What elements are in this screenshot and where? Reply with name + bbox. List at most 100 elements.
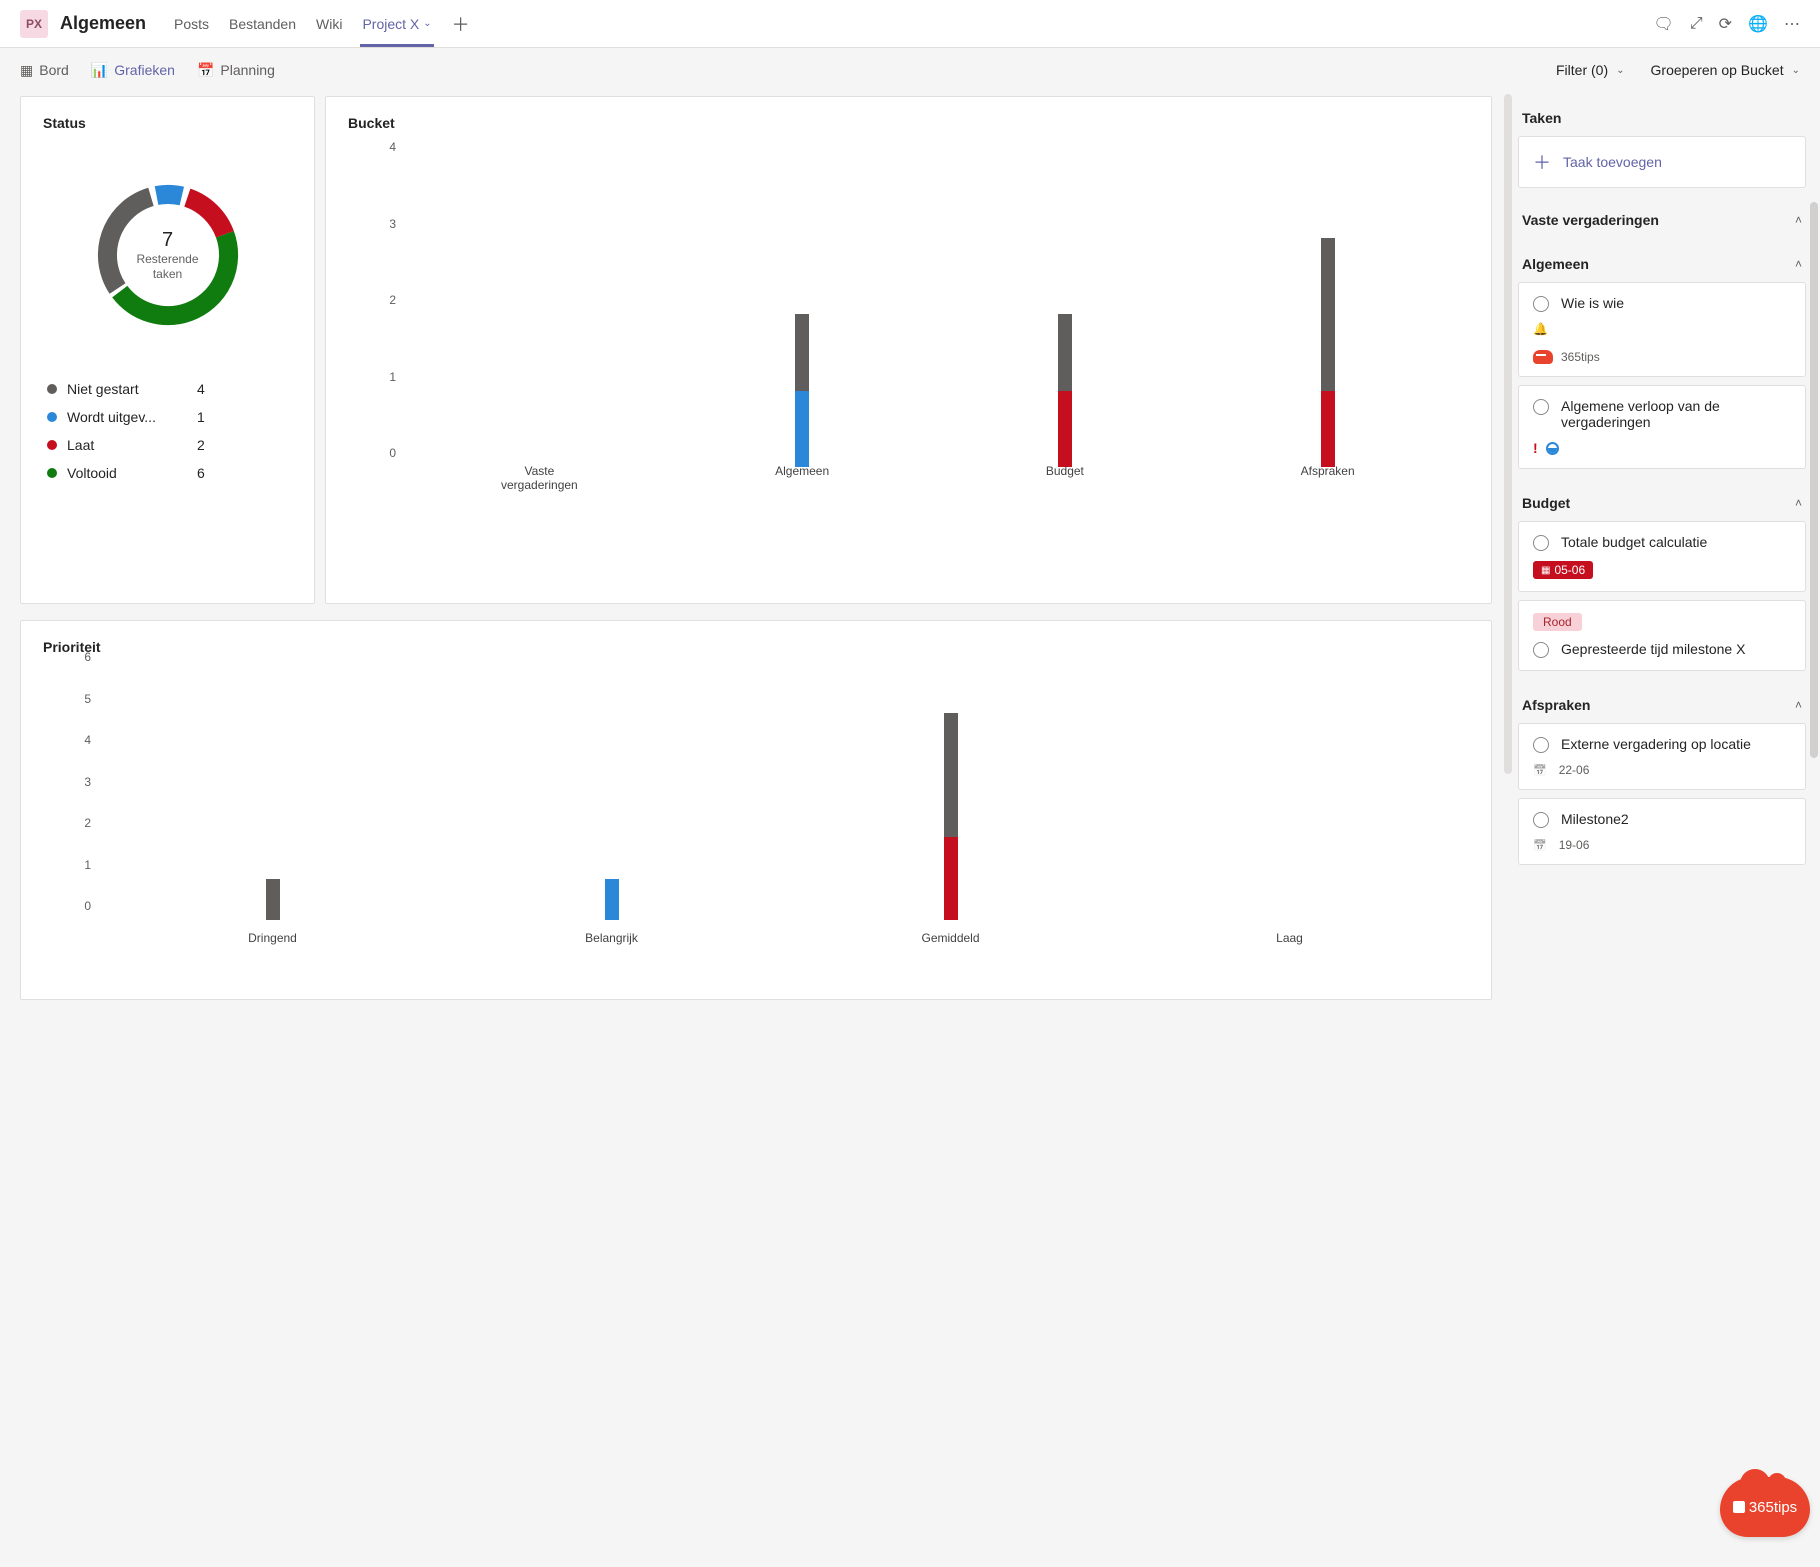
- legend-row: Voltooid 6: [47, 459, 288, 487]
- calendar-icon: [1533, 838, 1551, 852]
- bell-icon: 🔔: [1533, 322, 1548, 336]
- legend-label: Voltooid: [67, 465, 197, 481]
- status-legend: Niet gestart 4 Wordt uitgev... 1 Laat 2: [43, 375, 292, 487]
- view-charts[interactable]: 📊 Grafieken: [91, 62, 175, 79]
- legend-label: Niet gestart: [67, 381, 197, 397]
- reply-icon[interactable]: 🗨: [1654, 14, 1674, 34]
- channel-name: Algemeen: [60, 13, 146, 34]
- brand-watermark: 365tips: [1720, 1477, 1810, 1537]
- view-schedule[interactable]: 📅 Planning: [197, 62, 275, 79]
- cloud-icon: [1533, 350, 1553, 364]
- rail-heading: Taken: [1518, 96, 1806, 136]
- view-board[interactable]: ▦ Bord: [20, 62, 69, 79]
- task-card[interactable]: Wie is wie 🔔 365tips: [1518, 282, 1806, 377]
- calendar-icon: [1533, 763, 1551, 777]
- expand-icon[interactable]: ⤢: [1690, 15, 1703, 33]
- chevron-down-icon: ⌄: [1792, 65, 1800, 76]
- legend-value: 4: [197, 381, 205, 397]
- chevron-up-icon: ˄: [1795, 698, 1802, 712]
- task-card[interactable]: Totale budget calculatie 05-06: [1518, 521, 1806, 592]
- legend-value: 6: [197, 465, 205, 481]
- scrollbar[interactable]: [1810, 202, 1818, 758]
- priority-bar-chart: 0123456 DringendBelangrijkGemiddeldLaag: [63, 671, 1459, 946]
- chevron-up-icon: ˄: [1795, 257, 1802, 271]
- section-name: Algemeen: [1522, 256, 1589, 272]
- chevron-up-icon: ˄: [1795, 496, 1802, 510]
- view-charts-label: Grafieken: [114, 62, 175, 78]
- chevron-down-icon: ⌄: [1616, 65, 1624, 76]
- tab-files[interactable]: Bestanden: [219, 0, 306, 47]
- view-tabs: ▦ Bord 📊 Grafieken 📅 Planning: [20, 62, 275, 79]
- complete-toggle[interactable]: [1533, 399, 1549, 415]
- view-board-label: Bord: [39, 62, 69, 78]
- section-name: Afspraken: [1522, 697, 1590, 713]
- due-date: 22-06: [1559, 763, 1590, 777]
- task-title: Totale budget calculatie: [1561, 534, 1707, 550]
- legend-dot: [47, 384, 57, 394]
- priority-card-title: Prioriteit: [43, 639, 1469, 655]
- legend-value: 1: [197, 409, 205, 425]
- legend-value: 2: [197, 437, 205, 453]
- section-vaste[interactable]: Vaste vergaderingen ˄: [1518, 194, 1806, 238]
- complete-toggle[interactable]: [1533, 296, 1549, 312]
- label-badge: Rood: [1533, 613, 1582, 631]
- complete-toggle[interactable]: [1533, 812, 1549, 828]
- donut-center-value: 7: [162, 229, 173, 252]
- task-title: Milestone2: [1561, 811, 1629, 827]
- channel-tabs: Posts Bestanden Wiki Project X ⌄ ＋: [164, 0, 480, 47]
- task-title: Gepresteerde tijd milestone X: [1561, 641, 1745, 657]
- due-date-overdue-badge: 05-06: [1533, 561, 1593, 579]
- section-name: Budget: [1522, 495, 1570, 511]
- tab-project-x[interactable]: Project X ⌄: [352, 0, 441, 47]
- complete-toggle[interactable]: [1533, 737, 1549, 753]
- legend-row: Wordt uitgev... 1: [47, 403, 288, 431]
- status-card-title: Status: [43, 115, 292, 131]
- bucket-card-title: Bucket: [348, 115, 1469, 131]
- status-donut-chart: 7 Resterende taken: [88, 175, 248, 335]
- section-algemeen[interactable]: Algemeen ˄: [1518, 238, 1806, 282]
- charts-column: Status 7 Resterende taken: [0, 92, 1502, 1567]
- add-task-button[interactable]: ＋ Taak toevoegen: [1518, 136, 1806, 188]
- view-schedule-label: Planning: [220, 62, 275, 78]
- group-by-label: Groeperen op Bucket: [1651, 62, 1784, 78]
- task-tag: 365tips: [1561, 350, 1600, 364]
- globe-icon[interactable]: 🌐: [1748, 14, 1768, 34]
- group-by-button[interactable]: Groeperen op Bucket ⌄: [1651, 62, 1800, 78]
- bucket-card: Bucket 01234 Vaste vergaderingenAlgemeen…: [325, 96, 1492, 604]
- main-content: Status 7 Resterende taken: [0, 92, 1820, 1567]
- team-badge: PX: [20, 10, 48, 38]
- donut-center-label-2: taken: [153, 267, 182, 281]
- chevron-up-icon: ˄: [1795, 213, 1802, 227]
- legend-label: Wordt uitgev...: [67, 409, 197, 425]
- section-afspraken[interactable]: Afspraken ˄: [1518, 679, 1806, 723]
- due-date: 19-06: [1559, 838, 1590, 852]
- complete-toggle[interactable]: [1533, 642, 1549, 658]
- tab-project-x-label: Project X: [362, 16, 419, 32]
- filter-button[interactable]: Filter (0) ⌄: [1556, 62, 1625, 78]
- planner-toolbar: ▦ Bord 📊 Grafieken 📅 Planning Filter (0)…: [0, 48, 1820, 92]
- scrollbar[interactable]: [1504, 94, 1512, 774]
- task-card[interactable]: Algemene verloop van de vergaderingen !: [1518, 385, 1806, 469]
- section-budget[interactable]: Budget ˄: [1518, 477, 1806, 521]
- task-title: Algemene verloop van de vergaderingen: [1561, 398, 1791, 430]
- more-icon[interactable]: ⋯: [1784, 14, 1800, 34]
- refresh-icon[interactable]: ⟳: [1719, 14, 1732, 34]
- status-card: Status 7 Resterende taken: [20, 96, 315, 604]
- toolbar-right: Filter (0) ⌄ Groeperen op Bucket ⌄: [1556, 62, 1800, 78]
- task-card[interactable]: Rood Gepresteerde tijd milestone X: [1518, 600, 1806, 671]
- legend-dot: [47, 468, 57, 478]
- legend-row: Niet gestart 4: [47, 375, 288, 403]
- chevron-down-icon: ⌄: [423, 18, 431, 29]
- complete-toggle[interactable]: [1533, 535, 1549, 551]
- legend-dot: [47, 440, 57, 450]
- board-icon: ▦: [20, 62, 33, 79]
- charts-icon: 📊: [91, 62, 108, 79]
- task-card[interactable]: Externe vergadering op locatie 22-06: [1518, 723, 1806, 790]
- add-tab-button[interactable]: ＋: [442, 11, 480, 37]
- tab-wiki[interactable]: Wiki: [306, 0, 352, 47]
- tab-posts[interactable]: Posts: [164, 0, 219, 47]
- task-card[interactable]: Milestone2 19-06: [1518, 798, 1806, 865]
- filter-label: Filter (0): [1556, 62, 1608, 78]
- section-name: Vaste vergaderingen: [1522, 212, 1659, 228]
- donut-center: 7 Resterende taken: [88, 175, 248, 335]
